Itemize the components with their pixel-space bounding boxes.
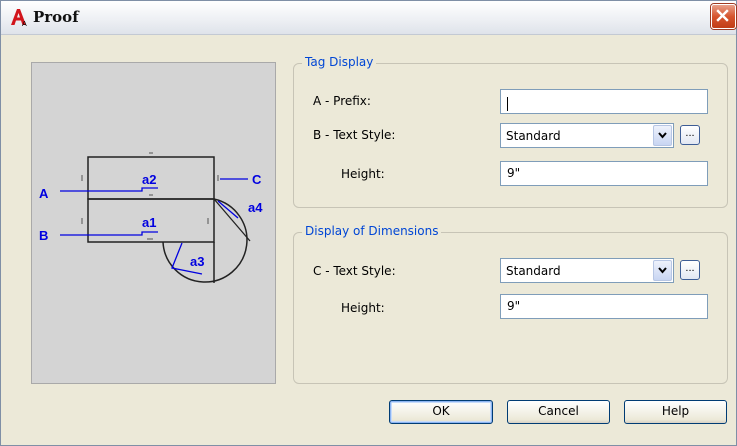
- tag-display-title: Tag Display: [302, 55, 377, 69]
- tag-text-style-select[interactable]: Standard: [500, 123, 674, 148]
- display-dimensions-title: Display of Dimensions: [302, 224, 442, 238]
- preview-tag-a1: a1: [142, 215, 156, 230]
- preview-tag-a2: a2: [142, 172, 156, 187]
- prefix-label: A - Prefix:: [313, 94, 371, 108]
- preview-drawing: A B C a2 a1 a3 a4: [39, 152, 263, 283]
- dialog-title: Proof: [33, 8, 79, 26]
- help-button[interactable]: Help: [624, 400, 727, 424]
- prefix-input[interactable]: [500, 89, 708, 114]
- close-icon: [716, 9, 729, 22]
- dim-height-input[interactable]: 9": [500, 294, 708, 319]
- dim-height-label: Height:: [341, 301, 385, 315]
- tag-height-label: Height:: [341, 167, 385, 181]
- preview-label-a: A: [39, 186, 49, 201]
- tag-text-style-value: Standard: [506, 129, 561, 143]
- tag-text-style-label: B - Text Style:: [313, 128, 396, 142]
- dim-text-style-browse-button[interactable]: ...: [680, 260, 700, 280]
- cancel-button[interactable]: Cancel: [507, 400, 610, 424]
- dim-text-style-select[interactable]: Standard: [500, 258, 674, 283]
- proof-dialog: A Proof A B C a2 a1 a3 a4 Tag Display A …: [0, 0, 737, 446]
- tag-height-input[interactable]: 9": [500, 161, 708, 186]
- preview-label-c: C: [252, 172, 262, 187]
- dropdown-arrow[interactable]: [653, 260, 672, 281]
- autocad-a-icon: A: [11, 9, 27, 27]
- dim-text-style-value: Standard: [506, 264, 561, 278]
- text-caret: [507, 96, 508, 111]
- chevron-down-icon: [658, 267, 667, 274]
- tag-text-style-browse-button[interactable]: ...: [680, 125, 700, 145]
- preview-panel: A B C a2 a1 a3 a4: [31, 62, 276, 384]
- title-bar: A Proof: [1, 1, 736, 35]
- close-button[interactable]: [711, 4, 736, 29]
- preview-label-b: B: [39, 228, 48, 243]
- svg-text:A: A: [22, 20, 27, 27]
- preview-tag-a3: a3: [190, 254, 204, 269]
- dropdown-arrow[interactable]: [653, 125, 672, 146]
- dim-text-style-label: C - Text Style:: [313, 264, 396, 278]
- chevron-down-icon: [658, 132, 667, 139]
- ok-button[interactable]: OK: [389, 400, 493, 424]
- preview-tag-a4: a4: [248, 200, 263, 215]
